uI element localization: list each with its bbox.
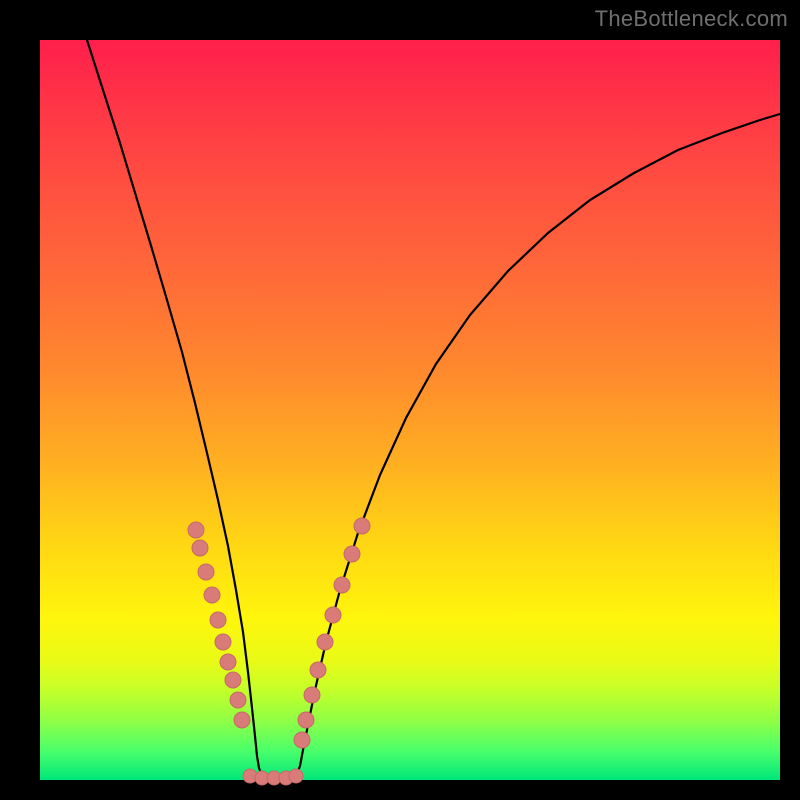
bottleneck-curve [87,40,780,780]
marker-dot [220,654,236,670]
marker-dot [215,634,231,650]
marker-dot [354,518,370,534]
marker-dot [317,634,333,650]
marker-dot [344,546,360,562]
marker-dot [230,692,246,708]
marker-dot [298,712,314,728]
marker-dot [225,672,241,688]
marker-dot [294,732,310,748]
marker-dot [234,712,250,728]
curve-svg [40,40,780,780]
plot-area [40,40,780,780]
marker-dot [289,769,303,783]
marker-dot [325,607,341,623]
outer-frame: TheBottleneck.com [0,0,800,800]
watermark-text: TheBottleneck.com [595,6,788,32]
markers-right-branch [294,518,370,748]
marker-dot [304,687,320,703]
marker-dot [204,587,220,603]
marker-dot [210,612,226,628]
marker-dot [310,662,326,678]
markers-bottom-run [243,769,303,785]
marker-dot [198,564,214,580]
marker-dot [334,577,350,593]
markers-left-branch [188,522,250,728]
marker-dot [188,522,204,538]
marker-dot [192,540,208,556]
